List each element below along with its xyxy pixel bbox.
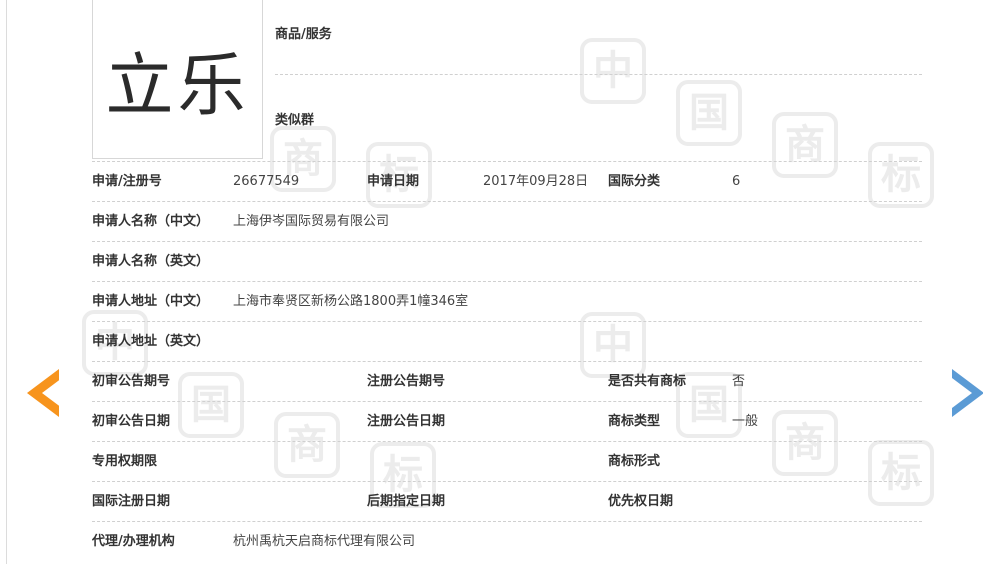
trademark-name: 立乐 bbox=[105, 46, 250, 126]
info-row: 申请人地址（英文） bbox=[92, 321, 922, 362]
field-label: 是否共有商标 bbox=[608, 374, 687, 389]
field-label: 注册公告日期 bbox=[367, 414, 446, 429]
field-value: 上海伊岑国际贸易有限公司 bbox=[233, 214, 390, 229]
left-frame-border bbox=[6, 0, 7, 564]
field-label: 代理/办理机构 bbox=[92, 534, 175, 549]
similar-group-label: 类似群 bbox=[275, 113, 315, 128]
info-row: 专用权期限 商标形式 bbox=[92, 441, 922, 482]
field-label: 申请人名称（中文） bbox=[92, 214, 210, 229]
field-label: 申请人名称（英文） bbox=[92, 254, 210, 269]
field-label: 注册公告期号 bbox=[367, 374, 446, 389]
trademark-image: 立乐 bbox=[92, 0, 263, 159]
field-label: 申请人地址（中文） bbox=[92, 294, 210, 309]
info-row: 初审公告日期 注册公告日期 商标类型 一般 bbox=[92, 401, 922, 442]
info-row: 代理/办理机构 杭州禹杭天启商标代理有限公司 bbox=[92, 521, 922, 562]
field-label: 初审公告日期 bbox=[92, 414, 171, 429]
chevron-left-icon-cutout bbox=[42, 378, 62, 408]
watermark-char: 国 bbox=[676, 80, 742, 146]
field-label: 商标形式 bbox=[608, 454, 661, 469]
field-value: 一般 bbox=[732, 414, 759, 429]
field-label: 申请人地址（英文） bbox=[92, 334, 210, 349]
field-label: 后期指定日期 bbox=[367, 494, 446, 509]
field-label: 申请日期 bbox=[367, 174, 420, 189]
field-value: 否 bbox=[732, 374, 746, 389]
field-value: 2017年09月28日 bbox=[483, 174, 589, 189]
info-row: 申请/注册号 26677549 申请日期 2017年09月28日 国际分类 6 bbox=[92, 161, 922, 202]
field-value: 26677549 bbox=[233, 174, 300, 189]
field-label: 申请/注册号 bbox=[92, 174, 162, 189]
watermark-char: 中 bbox=[580, 38, 646, 104]
field-value: 杭州禹杭天启商标代理有限公司 bbox=[233, 534, 416, 549]
divider bbox=[275, 74, 922, 75]
chevron-right-icon-cutout bbox=[952, 378, 972, 408]
info-row: 申请人名称（英文） bbox=[92, 241, 922, 282]
field-value: 6 bbox=[732, 174, 741, 189]
field-label: 国际分类 bbox=[608, 174, 661, 189]
field-label: 商标类型 bbox=[608, 414, 661, 429]
field-label: 专用权期限 bbox=[92, 454, 158, 469]
info-row: 初审公告期号 注册公告期号 是否共有商标 否 bbox=[92, 361, 922, 402]
field-label: 优先权日期 bbox=[608, 494, 674, 509]
field-value: 上海市奉贤区新杨公路1800弄1幢346室 bbox=[233, 294, 469, 309]
info-row: 国际注册日期 后期指定日期 优先权日期 bbox=[92, 481, 922, 522]
goods-services-label: 商品/服务 bbox=[275, 27, 332, 42]
field-label: 初审公告期号 bbox=[92, 374, 171, 389]
info-row: 申请人地址（中文） 上海市奉贤区新杨公路1800弄1幢346室 bbox=[92, 281, 922, 322]
field-label: 国际注册日期 bbox=[92, 494, 171, 509]
info-row: 申请人名称（中文） 上海伊岑国际贸易有限公司 bbox=[92, 201, 922, 242]
